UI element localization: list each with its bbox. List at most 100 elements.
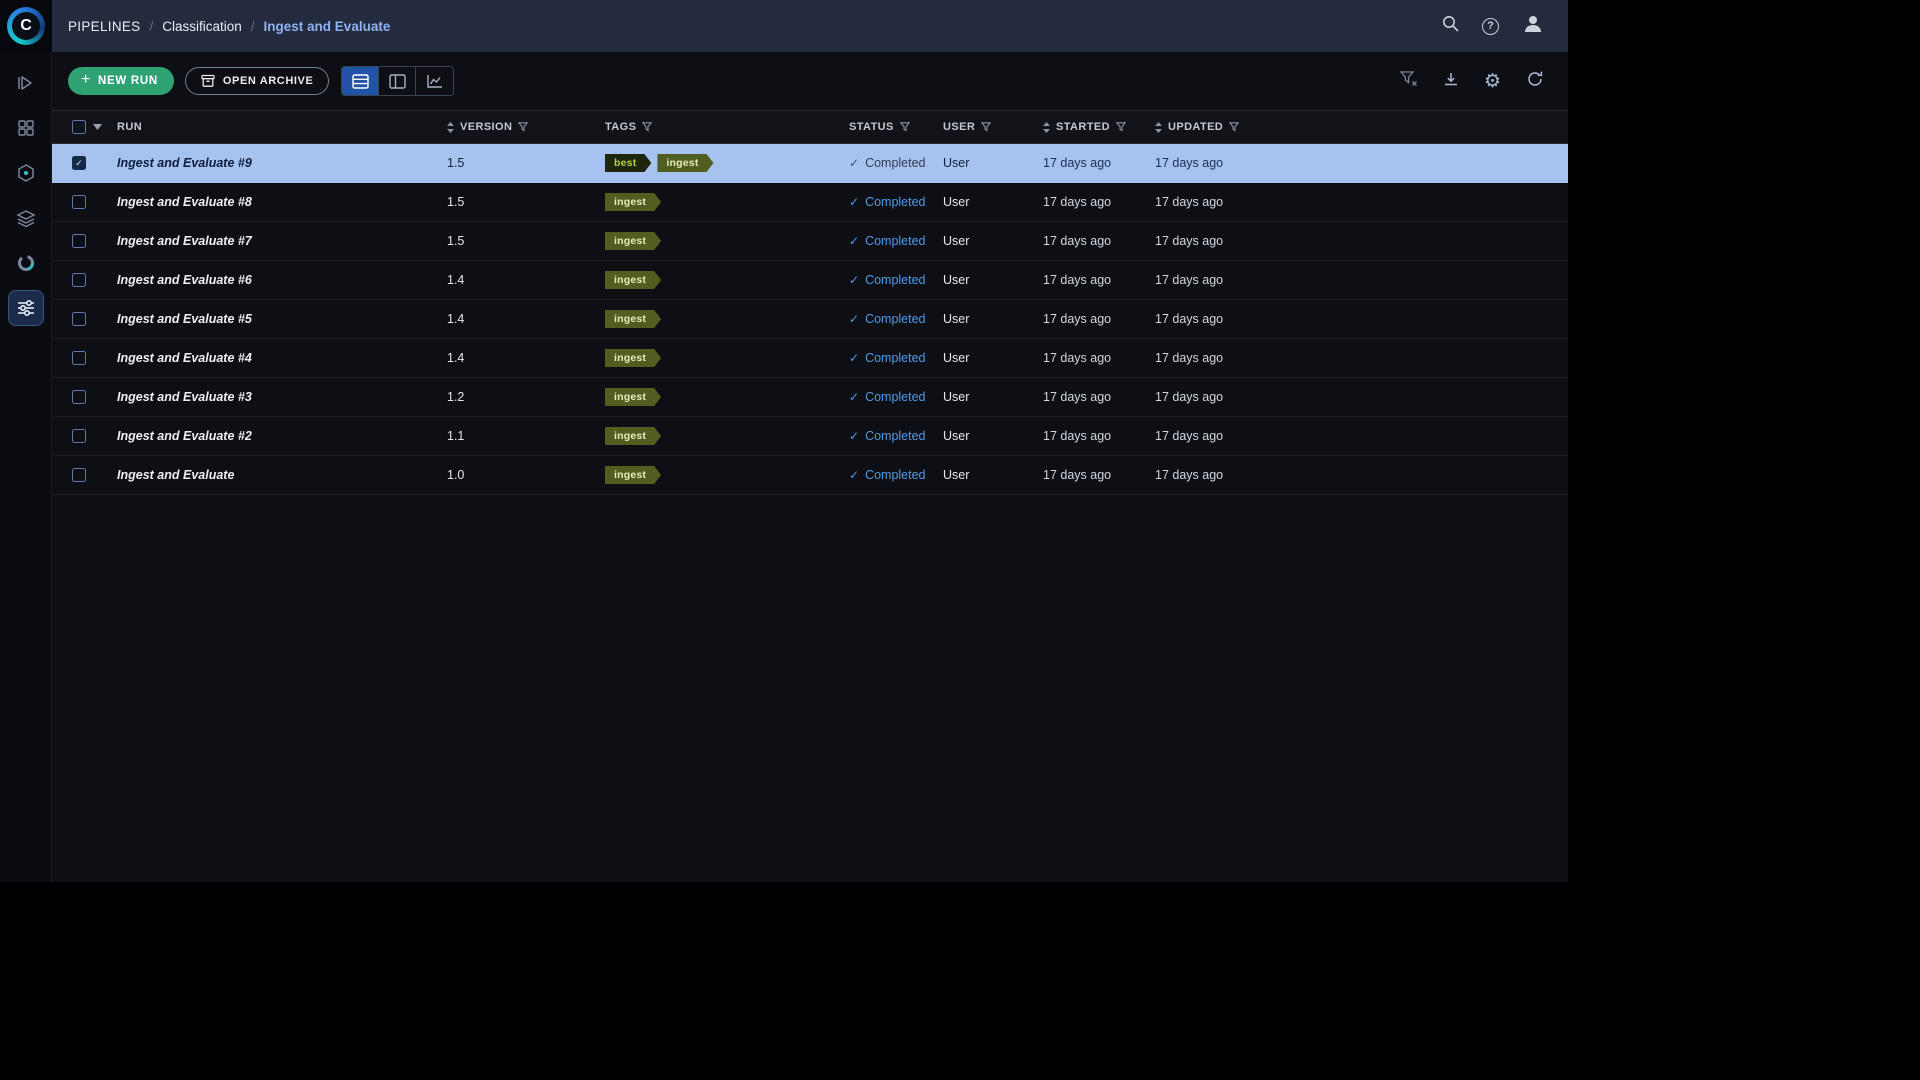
clear-filters-icon[interactable] — [1400, 71, 1418, 92]
tag-ingest: ingest — [605, 193, 661, 211]
run-user: User — [934, 195, 1034, 209]
run-status: ✓ Completed — [840, 234, 934, 248]
sort-icon[interactable] — [1043, 122, 1050, 133]
sidebar-item-models[interactable] — [8, 245, 44, 281]
status-check-icon: ✓ — [849, 429, 859, 443]
run-name-link[interactable]: Ingest and Evaluate #8 — [117, 195, 252, 209]
run-name-link[interactable]: Ingest and Evaluate #6 — [117, 273, 252, 287]
run-started: 17 days ago — [1034, 195, 1146, 209]
run-tags: ingest — [596, 466, 840, 484]
run-name-link[interactable]: Ingest and Evaluate #2 — [117, 429, 252, 443]
sidebar-item-hyper-datasets[interactable] — [8, 200, 44, 236]
run-user: User — [934, 468, 1034, 482]
row-checkbox[interactable] — [72, 429, 86, 443]
select-all-checkbox[interactable] — [72, 120, 86, 134]
tag-ingest: ingest — [657, 154, 713, 172]
user-avatar[interactable] — [1522, 13, 1544, 40]
row-checkbox[interactable] — [72, 273, 86, 287]
filter-icon[interactable] — [1229, 122, 1239, 132]
table-row[interactable]: Ingest and Evaluate #6 1.4 ingest ✓ Comp… — [52, 261, 1568, 300]
pipeline-runs-page: + NEW RUN OPEN ARCHIVE — [52, 52, 1568, 882]
table-row[interactable]: Ingest and Evaluate #5 1.4 ingest ✓ Comp… — [52, 300, 1568, 339]
sort-icon[interactable] — [447, 122, 454, 133]
run-user: User — [934, 312, 1034, 326]
help-icon[interactable]: ? — [1482, 18, 1499, 35]
column-header-user[interactable]: USER — [934, 121, 1034, 133]
run-version: 1.4 — [438, 351, 596, 365]
open-archive-button[interactable]: OPEN ARCHIVE — [185, 67, 330, 95]
chart-view-button[interactable] — [416, 67, 453, 95]
tag-best: best — [605, 154, 651, 172]
table-row[interactable]: Ingest and Evaluate #7 1.5 ingest ✓ Comp… — [52, 222, 1568, 261]
row-select-cell — [52, 234, 108, 248]
sidebar-item-projects[interactable] — [8, 65, 44, 101]
row-checkbox[interactable] — [72, 195, 86, 209]
run-name-cell: Ingest and Evaluate #3 — [108, 390, 438, 404]
user-header-label: USER — [943, 121, 975, 133]
run-name-link[interactable]: Ingest and Evaluate #5 — [117, 312, 252, 326]
table-view-button[interactable] — [342, 67, 379, 95]
download-icon[interactable] — [1443, 71, 1459, 92]
detail-view-button[interactable] — [379, 67, 416, 95]
search-icon[interactable] — [1442, 15, 1459, 37]
breadcrumb-separator: / — [251, 19, 255, 34]
run-name-cell: Ingest and Evaluate — [108, 468, 438, 482]
table-view-icon — [352, 74, 369, 89]
new-run-button[interactable]: + NEW RUN — [68, 67, 174, 95]
run-status: ✓ Completed — [840, 390, 934, 404]
selection-dropdown-caret[interactable] — [93, 124, 102, 130]
row-checkbox[interactable] — [72, 312, 86, 326]
breadcrumb-current-pipeline[interactable]: Ingest and Evaluate — [264, 19, 391, 34]
pipelines-icon — [16, 298, 36, 318]
run-started: 17 days ago — [1034, 468, 1146, 482]
run-tags: ingest — [596, 349, 840, 367]
column-header-tags[interactable]: TAGS — [596, 121, 840, 133]
run-name-link[interactable]: Ingest and Evaluate — [117, 468, 234, 482]
run-name-cell: Ingest and Evaluate #5 — [108, 312, 438, 326]
settings-icon[interactable]: ⚙ — [1484, 72, 1501, 91]
filter-icon[interactable] — [981, 122, 991, 132]
run-table-body: Ingest and Evaluate #9 1.5 bestingest ✓ … — [52, 144, 1568, 495]
sidebar-item-applications[interactable] — [8, 155, 44, 191]
row-checkbox[interactable] — [72, 156, 86, 170]
run-name-link[interactable]: Ingest and Evaluate #7 — [117, 234, 252, 248]
column-header-started[interactable]: STARTED — [1034, 121, 1146, 133]
row-checkbox[interactable] — [72, 234, 86, 248]
breadcrumb-pipelines[interactable]: PIPELINES — [68, 19, 140, 34]
tag-ingest: ingest — [605, 349, 661, 367]
table-row[interactable]: Ingest and Evaluate 1.0 ingest ✓ Complet… — [52, 456, 1568, 495]
run-name-link[interactable]: Ingest and Evaluate #4 — [117, 351, 252, 365]
clearml-logo[interactable]: C — [0, 0, 52, 52]
sidebar-item-datasets[interactable] — [8, 110, 44, 146]
table-row[interactable]: Ingest and Evaluate #9 1.5 bestingest ✓ … — [52, 144, 1568, 183]
run-tags: ingest — [596, 388, 840, 406]
column-header-status[interactable]: STATUS — [840, 121, 934, 133]
run-version: 1.1 — [438, 429, 596, 443]
run-name-link[interactable]: Ingest and Evaluate #9 — [117, 156, 252, 170]
filter-icon[interactable] — [642, 122, 652, 132]
table-row[interactable]: Ingest and Evaluate #8 1.5 ingest ✓ Comp… — [52, 183, 1568, 222]
row-checkbox[interactable] — [72, 390, 86, 404]
view-mode-toggle — [341, 66, 454, 96]
table-row[interactable]: Ingest and Evaluate #2 1.1 ingest ✓ Comp… — [52, 417, 1568, 456]
table-row[interactable]: Ingest and Evaluate #3 1.2 ingest ✓ Comp… — [52, 378, 1568, 417]
run-started: 17 days ago — [1034, 273, 1146, 287]
run-tags: ingest — [596, 271, 840, 289]
filter-icon[interactable] — [900, 122, 910, 132]
open-archive-label: OPEN ARCHIVE — [223, 75, 314, 87]
table-row[interactable]: Ingest and Evaluate #4 1.4 ingest ✓ Comp… — [52, 339, 1568, 378]
row-checkbox[interactable] — [72, 468, 86, 482]
status-text: Completed — [865, 156, 925, 170]
breadcrumb-project[interactable]: Classification — [162, 19, 242, 34]
auto-refresh-icon[interactable] — [1526, 70, 1544, 93]
sidebar-item-pipelines[interactable] — [8, 290, 44, 326]
column-header-version[interactable]: VERSION — [438, 121, 596, 133]
column-header-updated[interactable]: UPDATED — [1146, 121, 1568, 133]
filter-icon[interactable] — [518, 122, 528, 132]
filter-icon[interactable] — [1116, 122, 1126, 132]
sort-icon[interactable] — [1155, 122, 1162, 133]
run-name-link[interactable]: Ingest and Evaluate #3 — [117, 390, 252, 404]
row-checkbox[interactable] — [72, 351, 86, 365]
status-text: Completed — [865, 312, 925, 326]
run-tags: ingest — [596, 232, 840, 250]
